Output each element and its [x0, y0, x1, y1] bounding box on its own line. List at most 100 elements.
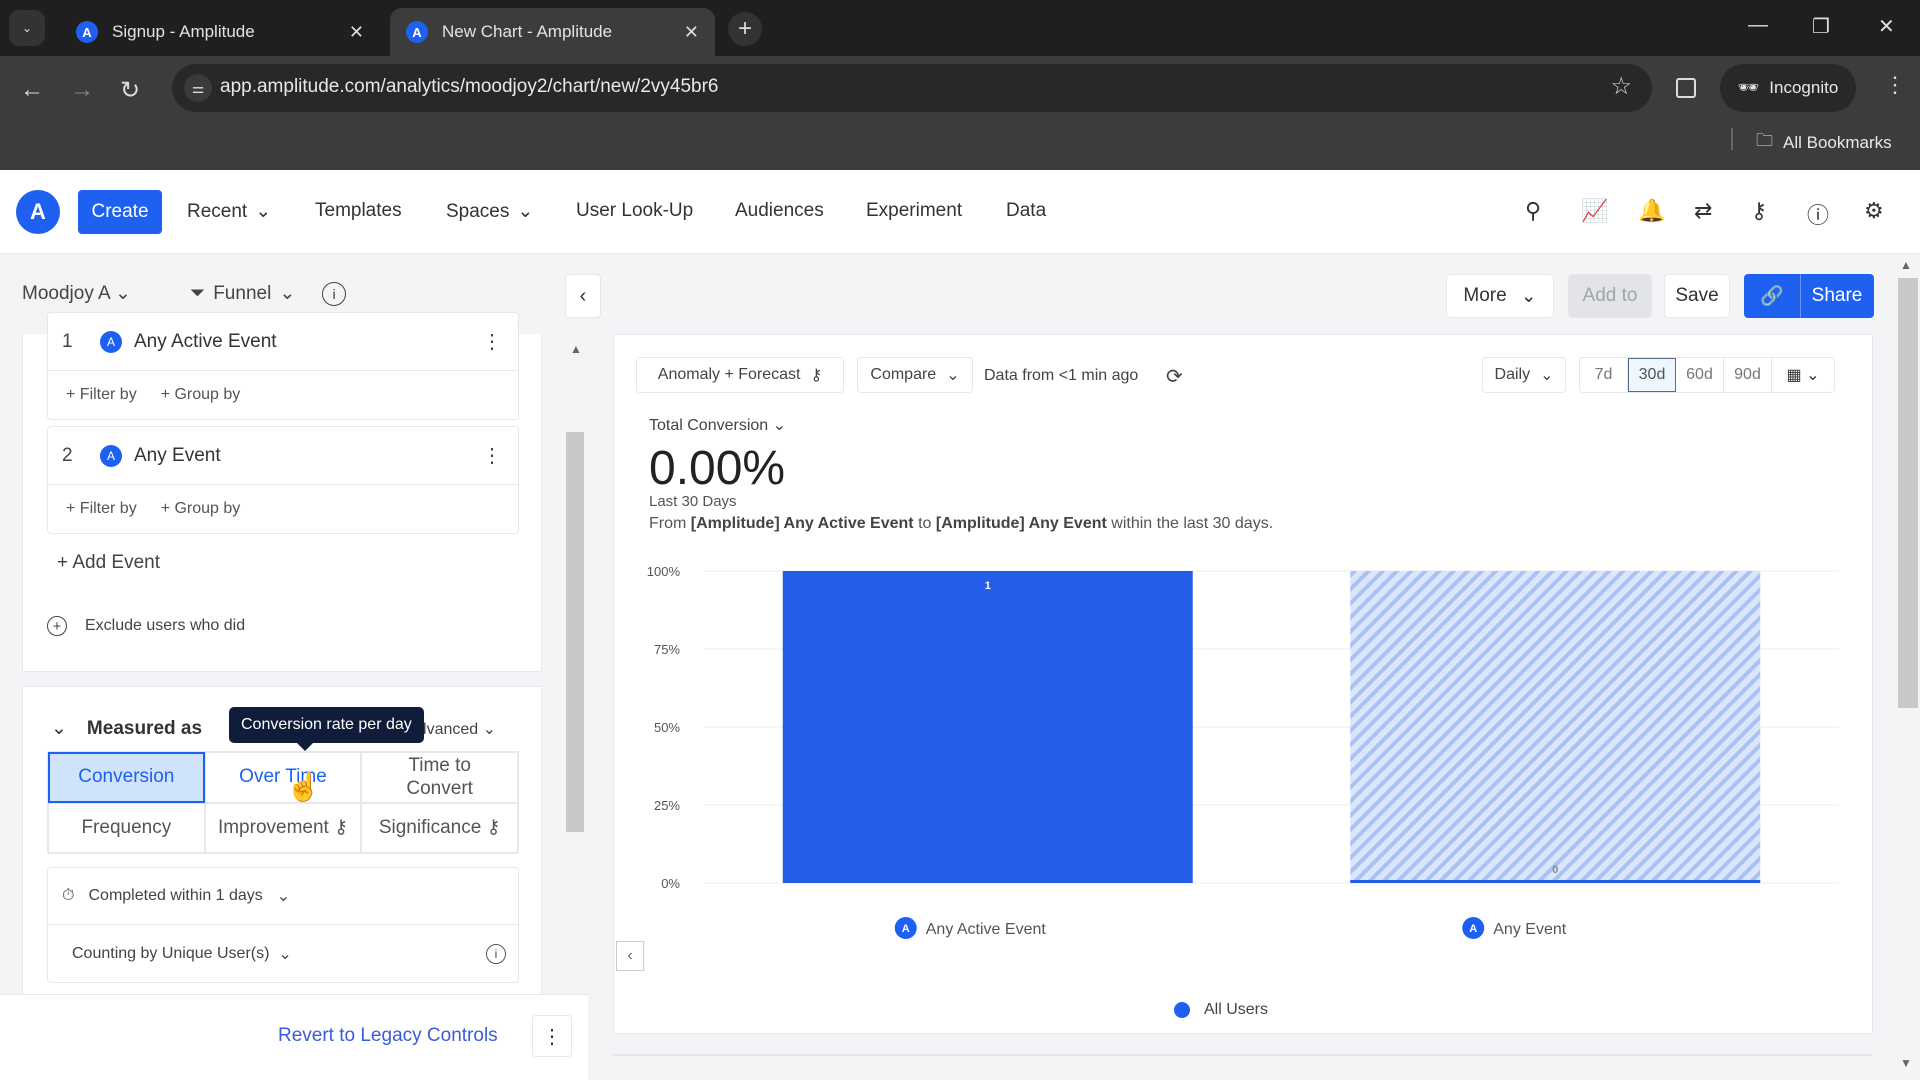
- counting-by-dropdown[interactable]: Counting by Unique User(s) ⌄ i: [48, 925, 518, 982]
- nav-audiences[interactable]: Audiences: [735, 200, 824, 222]
- close-tab-icon[interactable]: ✕: [349, 22, 364, 43]
- event-menu-icon[interactable]: ⋮: [482, 329, 502, 354]
- new-tab-button[interactable]: +: [728, 12, 762, 46]
- close-window-icon[interactable]: ✕: [1878, 14, 1895, 39]
- legend-label[interactable]: All Users: [1204, 1001, 1268, 1019]
- range-90d[interactable]: 90d: [1724, 358, 1772, 392]
- create-button[interactable]: Create: [78, 190, 162, 234]
- forward-icon[interactable]: →: [70, 76, 94, 104]
- calendar-dropdown[interactable]: ▦ ⌄: [1772, 358, 1834, 392]
- event-menu-icon[interactable]: ⋮: [482, 443, 502, 468]
- side-panel-icon[interactable]: [1676, 78, 1696, 98]
- browser-menu-icon[interactable]: ⋮: [1884, 72, 1906, 98]
- bell-icon[interactable]: 🔔: [1638, 198, 1665, 224]
- add-to-button[interactable]: Add to: [1568, 274, 1652, 318]
- dropoff-bar[interactable]: [1350, 571, 1761, 883]
- measure-conversion[interactable]: Conversion: [48, 752, 205, 803]
- tab-signup[interactable]: A Signup - Amplitude ✕: [60, 8, 380, 56]
- chart-type-selector[interactable]: ⏷ Funnel ⌄: [190, 282, 295, 305]
- measured-as-toggle[interactable]: ⌄ Measured as: [51, 717, 202, 740]
- group-by-button[interactable]: + Group by: [161, 386, 241, 404]
- project-selector[interactable]: Moodjoy A ⌄: [22, 282, 131, 305]
- event-step-1[interactable]: 1 A Any Active Event ⋮ + Filter by + Gro…: [47, 312, 519, 420]
- footer-menu-icon[interactable]: ⋮: [532, 1015, 572, 1057]
- search-icon[interactable]: ⚲: [1525, 198, 1541, 224]
- interval-dropdown[interactable]: Daily ⌄: [1482, 357, 1566, 393]
- compare-dropdown[interactable]: Compare ⌄: [857, 357, 973, 393]
- nav-templates[interactable]: Templates: [315, 200, 402, 222]
- info-icon[interactable]: i: [486, 943, 506, 964]
- more-button[interactable]: More ⌄: [1446, 274, 1554, 318]
- gear-icon[interactable]: ⚙: [1864, 198, 1884, 224]
- help-icon[interactable]: ⓘ: [1807, 198, 1829, 230]
- chevron-down-icon: ⌄: [114, 283, 131, 304]
- filter-by-button[interactable]: + Filter by: [66, 386, 137, 404]
- scroll-up-arrow[interactable]: ▲: [570, 342, 582, 356]
- range-7d[interactable]: 7d: [1580, 358, 1628, 392]
- incognito-label: Incognito: [1769, 78, 1839, 97]
- conversion-bar[interactable]: [1350, 880, 1761, 883]
- refresh-icon[interactable]: ⟳: [1166, 364, 1183, 389]
- conversion-bar[interactable]: [782, 571, 1193, 883]
- range-30d[interactable]: 30d: [1628, 358, 1676, 392]
- group-by-button[interactable]: + Group by: [161, 500, 241, 518]
- event-name[interactable]: Any Active Event: [134, 331, 277, 353]
- project-label: Moodjoy A: [22, 283, 110, 304]
- all-bookmarks-button[interactable]: 🗀 All Bookmarks: [1756, 128, 1892, 157]
- tab-new-chart[interactable]: A New Chart - Amplitude ✕: [390, 8, 715, 56]
- copy-link-button[interactable]: 🔗: [1744, 274, 1800, 318]
- nav-data[interactable]: Data: [1006, 200, 1046, 222]
- incognito-badge[interactable]: 🕶 Incognito: [1720, 64, 1856, 112]
- measure-significance[interactable]: Significance ⚷: [361, 803, 518, 854]
- restore-icon[interactable]: ❐: [1812, 14, 1830, 39]
- tab-search-button[interactable]: ⌄: [9, 10, 45, 46]
- chart-scroll-left-button[interactable]: ‹: [616, 941, 644, 971]
- measure-time-to-convert[interactable]: Time to Convert: [361, 752, 518, 803]
- nav-user-lookup[interactable]: User Look-Up: [576, 200, 693, 222]
- address-bar[interactable]: ⚌ app.amplitude.com/analytics/moodjoy2/c…: [172, 64, 1652, 112]
- share-button[interactable]: Share: [1800, 274, 1874, 318]
- nav-spaces[interactable]: Spaces ⌄: [446, 200, 533, 223]
- filter-by-button[interactable]: + Filter by: [66, 500, 137, 518]
- scroll-up-arrow[interactable]: ▲: [1900, 258, 1912, 272]
- save-button[interactable]: Save: [1664, 274, 1730, 318]
- page-scrollbar[interactable]: [1898, 278, 1918, 708]
- anomaly-forecast-button[interactable]: Anomaly + Forecast ⚷: [636, 357, 844, 393]
- amplitude-logo-icon[interactable]: A: [16, 190, 60, 234]
- chart-legend: All Users: [1174, 1001, 1268, 1019]
- key-icon[interactable]: ⚷: [1751, 198, 1767, 224]
- nav-experiment[interactable]: Experiment: [866, 200, 962, 222]
- event-name[interactable]: Any Event: [134, 445, 221, 467]
- info-icon[interactable]: i: [322, 282, 346, 306]
- add-event-button[interactable]: + Add Event: [57, 552, 160, 574]
- close-tab-icon[interactable]: ✕: [684, 22, 699, 43]
- measure-frequency[interactable]: Frequency: [48, 803, 205, 854]
- measure-over-time[interactable]: Over Time: [204, 752, 362, 803]
- url-text[interactable]: app.amplitude.com/analytics/moodjoy2/cha…: [220, 76, 719, 98]
- bookmark-star-icon[interactable]: ☆: [1610, 72, 1632, 101]
- site-info-icon[interactable]: ⚌: [184, 74, 212, 102]
- event-step-2[interactable]: 2 A Any Event ⋮ + Filter by + Group by: [47, 426, 519, 534]
- compare-label: Compare: [870, 366, 937, 383]
- completed-within-dropdown[interactable]: ⏱ Completed within 1 days ⌄: [48, 868, 518, 925]
- metric-label: Total Conversion: [649, 417, 769, 434]
- reload-icon[interactable]: ↻: [120, 76, 140, 105]
- revert-legacy-controls-link[interactable]: Revert to Legacy Controls: [278, 1025, 498, 1047]
- collapse-panel-button[interactable]: ‹: [565, 274, 601, 318]
- measure-improvement[interactable]: Improvement ⚷: [204, 803, 362, 854]
- nav-recent[interactable]: Recent ⌄: [187, 200, 271, 223]
- swap-icon[interactable]: ⇄: [1694, 198, 1712, 224]
- range-60d[interactable]: 60d: [1676, 358, 1724, 392]
- tab-title: Signup - Amplitude: [112, 22, 255, 41]
- amplitude-favicon-icon: A: [76, 21, 98, 43]
- measure-options: Conversion Over Time Time to Convert Fre…: [47, 751, 519, 854]
- incognito-icon: 🕶: [1737, 78, 1760, 97]
- minimize-icon[interactable]: —: [1748, 14, 1768, 37]
- divider: [1731, 128, 1733, 150]
- notebook-icon[interactable]: 📈: [1581, 198, 1608, 224]
- scroll-down-arrow[interactable]: ▼: [1900, 1056, 1912, 1070]
- back-icon[interactable]: ←: [20, 76, 44, 104]
- metric-dropdown[interactable]: Total Conversion ⌄: [649, 415, 786, 435]
- panel-scrollbar[interactable]: [566, 432, 584, 832]
- exclude-users-button[interactable]: + Exclude users who did: [47, 616, 245, 636]
